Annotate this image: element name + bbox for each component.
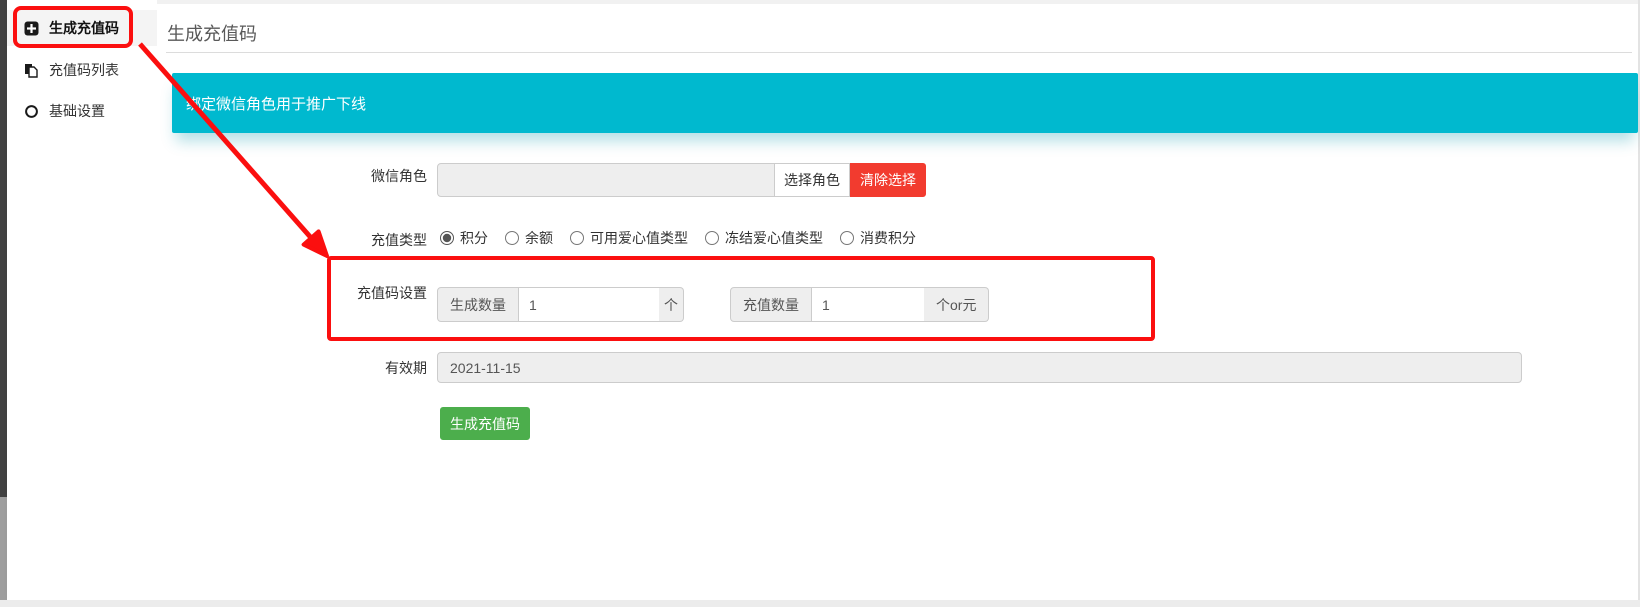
sidebar-item-label: 基础设置 (49, 101, 105, 121)
radio-icon[interactable] (840, 231, 854, 245)
sidebar-item-basic-settings[interactable]: 基础设置 (7, 93, 157, 129)
sidebar-item-label: 充值码列表 (49, 60, 119, 80)
circle-icon (24, 104, 39, 119)
bind-wechat-banner: 绑定微信角色用于推广下线 (172, 73, 1638, 133)
copy-icon (24, 63, 39, 78)
radio-label: 冻结爱心值类型 (725, 228, 823, 248)
title-divider (166, 52, 1632, 53)
radio-icon[interactable] (705, 231, 719, 245)
left-scroll-strip[interactable] (0, 0, 7, 600)
generate-qty-suffix: 个 (659, 287, 684, 322)
radio-label: 积分 (460, 228, 488, 248)
radio-icon[interactable] (440, 231, 454, 245)
select-role-button[interactable]: 选择角色 (774, 163, 850, 197)
radio-label: 余额 (525, 228, 553, 248)
generate-qty-input[interactable] (519, 287, 659, 322)
wechat-role-label: 微信角色 (267, 166, 427, 186)
banner-text: 绑定微信角色用于推广下线 (186, 93, 366, 114)
validity-date-input[interactable] (437, 352, 1522, 383)
top-divider (157, 0, 1640, 4)
generate-code-button[interactable]: 生成充值码 (440, 407, 530, 440)
sidebar-item-generate-code[interactable]: 生成充值码 (7, 10, 157, 46)
radio-label: 消费积分 (860, 228, 916, 248)
page: 生成充值码 充值码列表 基础设置 生成充值码 绑定微信角色用于推广下线 微信角色… (0, 0, 1640, 607)
wechat-role-group: 选择角色 清除选择 (437, 163, 926, 197)
recharge-type-label: 充值类型 (267, 230, 427, 250)
radio-option-consume-points[interactable]: 消费积分 (840, 228, 916, 248)
wechat-role-input[interactable] (437, 163, 775, 197)
generate-qty-addon: 生成数量 (437, 287, 519, 322)
sidebar-item-code-list[interactable]: 充值码列表 (7, 52, 157, 88)
recharge-qty-input[interactable] (812, 287, 924, 322)
clear-selection-button[interactable]: 清除选择 (850, 163, 926, 197)
scroll-thumb[interactable] (0, 0, 7, 497)
radio-icon[interactable] (570, 231, 584, 245)
recharge-qty-addon: 充值数量 (730, 287, 812, 322)
plus-square-icon (24, 21, 39, 36)
recharge-qty-suffix: 个or元 (924, 287, 989, 322)
page-title: 生成充值码 (167, 20, 257, 46)
bottom-edge-strip (0, 600, 1640, 607)
recharge-qty-group: 充值数量 个or元 (730, 287, 989, 322)
radio-option-available-love[interactable]: 可用爱心值类型 (570, 228, 688, 248)
radio-option-frozen-love[interactable]: 冻结爱心值类型 (705, 228, 823, 248)
sidebar-item-label: 生成充值码 (49, 18, 119, 38)
validity-label: 有效期 (267, 358, 427, 378)
recharge-type-options: 积分 余额 可用爱心值类型 冻结爱心值类型 消费积分 (440, 228, 916, 248)
radio-option-points[interactable]: 积分 (440, 228, 488, 248)
sidebar: 生成充值码 充值码列表 基础设置 (7, 0, 158, 600)
generate-qty-group: 生成数量 个 (437, 287, 684, 322)
radio-label: 可用爱心值类型 (590, 228, 688, 248)
radio-option-balance[interactable]: 余额 (505, 228, 553, 248)
code-settings-label: 充值码设置 (267, 283, 427, 303)
main-content: 生成充值码 绑定微信角色用于推广下线 微信角色 选择角色 清除选择 充值类型 积… (157, 0, 1640, 600)
radio-icon[interactable] (505, 231, 519, 245)
